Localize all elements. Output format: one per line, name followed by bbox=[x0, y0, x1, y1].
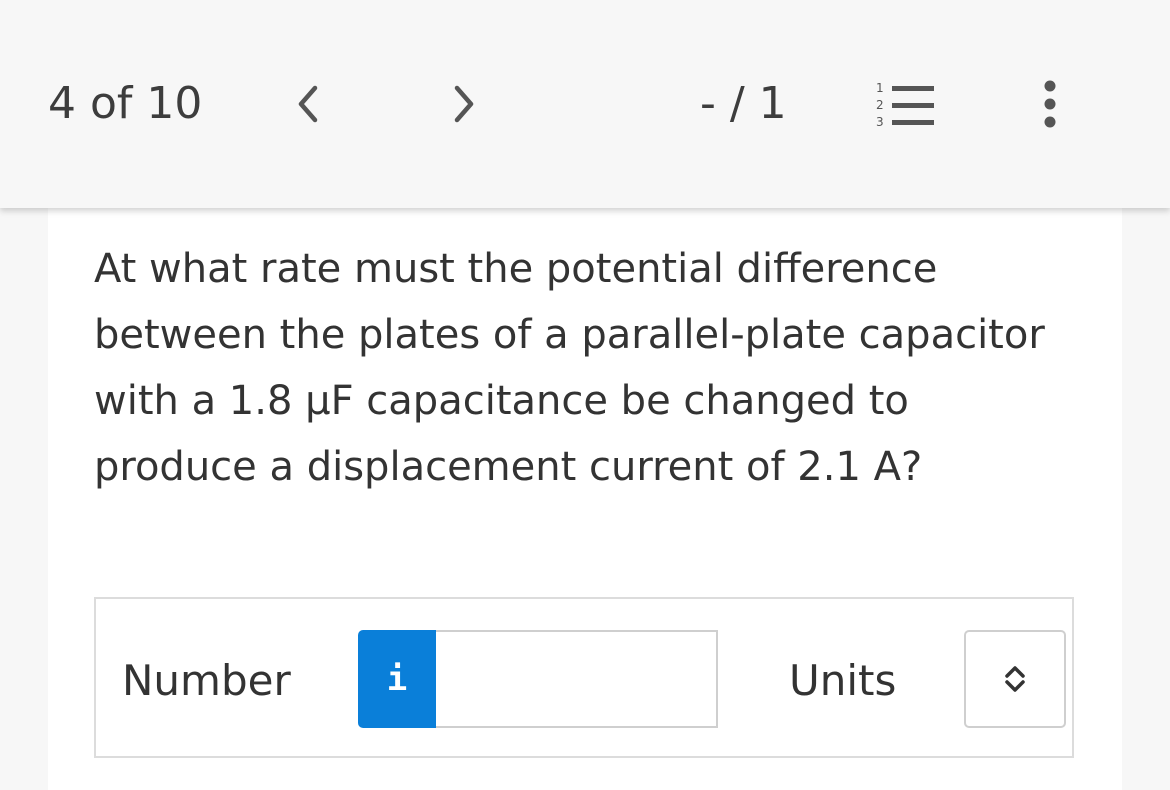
question-score: - / 1 bbox=[700, 78, 787, 129]
question-counter: 4 of 10 bbox=[48, 78, 203, 129]
question-text: At what rate must the potential differen… bbox=[94, 246, 1045, 490]
question-list-button[interactable]: 1 2 3 bbox=[870, 76, 940, 132]
question-card: At what rate must the potential differen… bbox=[48, 200, 1122, 790]
next-question-button[interactable] bbox=[444, 80, 484, 128]
previous-question-button[interactable] bbox=[288, 80, 328, 128]
info-icon: i bbox=[386, 659, 408, 699]
answer-box: Number i Units bbox=[94, 597, 1074, 758]
units-select[interactable] bbox=[964, 630, 1066, 728]
chevron-left-icon bbox=[298, 85, 318, 123]
number-input[interactable] bbox=[436, 630, 718, 728]
numbered-list-icon: 1 2 3 bbox=[876, 81, 934, 129]
list-digit-1: 1 bbox=[876, 81, 884, 95]
question-nav-bar: 4 of 10 - / 1 1 2 3 bbox=[0, 0, 1170, 208]
list-digit-3: 3 bbox=[876, 115, 884, 129]
more-vertical-icon bbox=[1044, 80, 1056, 128]
list-digit-2: 2 bbox=[876, 98, 884, 112]
number-label: Number bbox=[122, 656, 291, 705]
info-button[interactable]: i bbox=[358, 630, 436, 728]
chevron-right-icon bbox=[454, 85, 474, 123]
more-options-button[interactable] bbox=[1030, 76, 1070, 132]
chevron-up-down-icon bbox=[1005, 666, 1025, 692]
units-label: Units bbox=[789, 656, 897, 705]
